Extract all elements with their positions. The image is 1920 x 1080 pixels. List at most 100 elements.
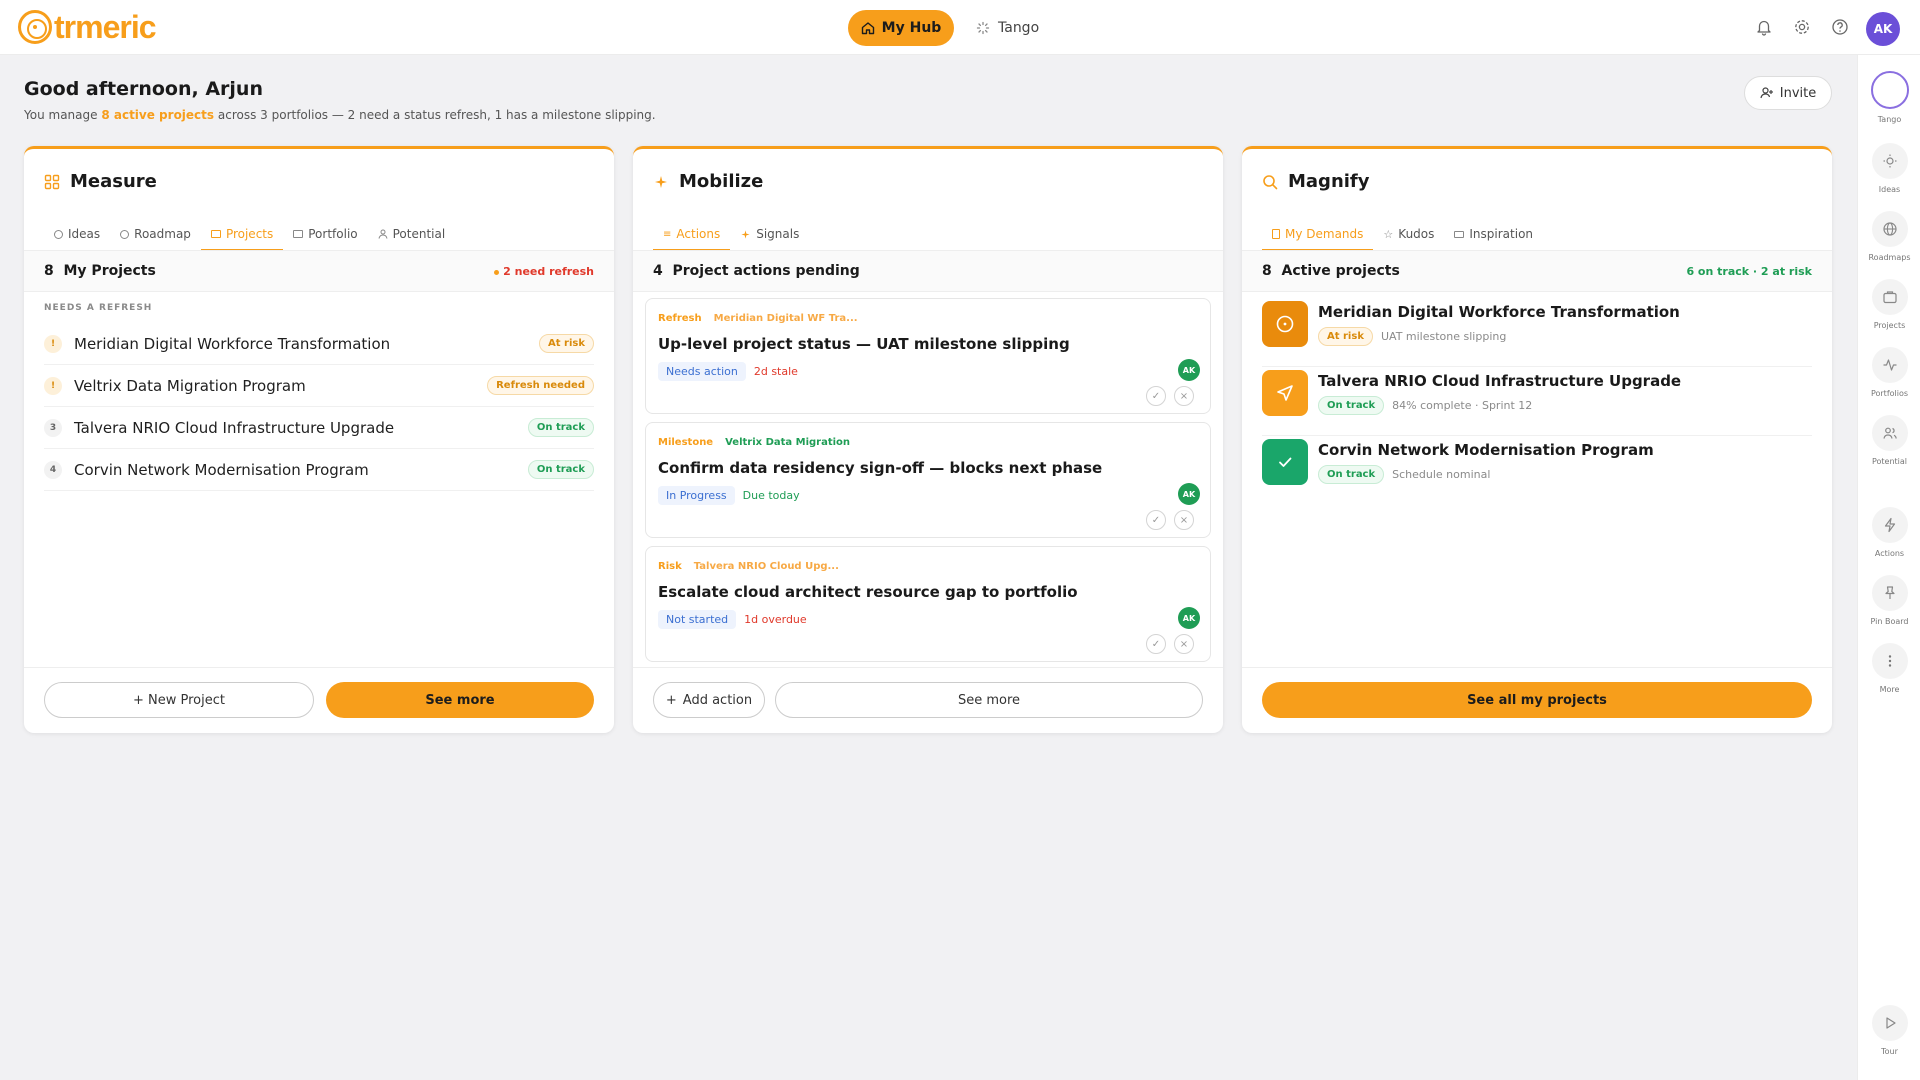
- sparkle-icon: [741, 229, 750, 239]
- tab-kudos[interactable]: ☆ Kudos: [1373, 219, 1444, 249]
- rail-label: Tour: [1881, 1047, 1898, 1056]
- measure-header: Measure: [44, 171, 157, 192]
- add-action-label: Add action: [682, 692, 753, 708]
- check-icon[interactable]: ✓: [1146, 510, 1166, 530]
- see-all-projects-button[interactable]: See all my projects: [1262, 682, 1812, 718]
- tab-actions[interactable]: ≡ Actions: [653, 219, 731, 251]
- project-meta: On track Schedule nominal: [1318, 465, 1490, 484]
- rail-item-tango[interactable]: Tango: [1858, 71, 1920, 124]
- rail-item-projects[interactable]: Projects: [1858, 279, 1920, 330]
- brand-logo[interactable]: trmeric: [18, 9, 156, 45]
- project-name: Talvera NRIO Cloud Infrastructure Upgrad…: [74, 418, 395, 437]
- action-card[interactable]: Risk Talvera NRIO Cloud Upg... Escalate c…: [645, 546, 1211, 662]
- action-tags: Milestone Veltrix Data Migration: [658, 437, 850, 448]
- invite-button[interactable]: Invite: [1744, 76, 1832, 110]
- tab-label: Ideas: [68, 227, 101, 241]
- tab-ideas[interactable]: Ideas: [44, 219, 110, 249]
- project-name: Meridian Digital Workforce Transformatio…: [1318, 303, 1680, 321]
- status-badge: Refresh needed: [487, 376, 594, 395]
- bulb-icon: [1871, 143, 1908, 179]
- help-icon[interactable]: [1828, 15, 1852, 39]
- greeting-pre: You manage: [24, 108, 102, 122]
- home-icon: [861, 22, 874, 35]
- action-type-tag: Risk: [658, 561, 682, 572]
- tab-signals[interactable]: Signals: [730, 219, 809, 249]
- user-avatar[interactable]: AK: [1866, 12, 1900, 46]
- warning-icon: !: [44, 334, 62, 353]
- see-more-button[interactable]: See more: [775, 682, 1203, 718]
- tab-inspiration[interactable]: Inspiration: [1444, 219, 1543, 249]
- project-row[interactable]: 3 Talvera NRIO Cloud Infrastructure Upgr…: [44, 407, 594, 449]
- tab-portfolio[interactable]: Portfolio: [283, 219, 367, 249]
- project-row[interactable]: 4 Corvin Network Modernisation Program O…: [44, 449, 594, 491]
- bell-icon[interactable]: [1752, 15, 1776, 39]
- rail-item-roadmaps[interactable]: Roadmaps: [1858, 211, 1920, 262]
- my-hub-button[interactable]: My Hub: [848, 10, 954, 46]
- pulse-icon: [1871, 347, 1908, 383]
- invite-label: Invite: [1779, 85, 1817, 101]
- refresh-count: 2 need refresh: [503, 265, 594, 278]
- project-card[interactable]: Meridian Digital Workforce Transformatio…: [1262, 299, 1812, 367]
- greeting-post: across 3 portfolios — 2 need a status re…: [214, 108, 656, 122]
- tab-projects[interactable]: Projects: [200, 219, 284, 251]
- assignee-avatar[interactable]: AK: [1178, 359, 1200, 381]
- action-card[interactable]: Milestone Veltrix Data Migration Confirm …: [645, 422, 1211, 538]
- close-icon[interactable]: ×: [1174, 510, 1194, 530]
- rail-item-ideas[interactable]: Ideas: [1858, 143, 1920, 194]
- tab-label: Kudos: [1398, 227, 1435, 241]
- tab-label: Roadmap: [134, 227, 191, 241]
- tab-roadmap[interactable]: Roadmap: [110, 219, 201, 249]
- list-icon: ≡: [663, 228, 672, 240]
- dot-icon: [494, 269, 500, 275]
- magnify-tabs: My Demands ☆ Kudos Inspiration: [1262, 219, 1543, 251]
- magnify-footer: See all my projects: [1242, 667, 1832, 733]
- rail-label: Pin Board: [1870, 617, 1909, 626]
- greeting-highlight[interactable]: 8 active projects: [101, 108, 214, 122]
- rail-item-potential[interactable]: Potential: [1858, 415, 1920, 466]
- tango-orb-icon: [1870, 71, 1909, 109]
- tango-link[interactable]: Tango: [976, 10, 1039, 46]
- action-tags: Risk Talvera NRIO Cloud Upg...: [658, 561, 839, 572]
- close-icon[interactable]: ×: [1174, 634, 1194, 654]
- tab-potential[interactable]: Potential: [368, 219, 456, 249]
- briefcase-icon: [1871, 279, 1908, 315]
- project-row[interactable]: ! Meridian Digital Workforce Transformat…: [44, 323, 594, 365]
- check-icon[interactable]: ✓: [1146, 634, 1166, 654]
- rail-label: Projects: [1873, 321, 1906, 330]
- add-action-button[interactable]: + Add action: [653, 682, 765, 718]
- assignee-avatar[interactable]: AK: [1178, 607, 1200, 629]
- action-status: Not started: [658, 610, 737, 629]
- action-meta: Not started 1d overdue: [658, 610, 807, 629]
- rail-item-pin-board[interactable]: Pin Board: [1858, 575, 1920, 626]
- greeting-subtitle: You manage 8 active projects across 3 po…: [24, 108, 656, 122]
- rail-item-portfolios[interactable]: Portfolios: [1858, 347, 1920, 398]
- action-card[interactable]: Refresh Meridian Digital WF Tra... Up-lev…: [645, 298, 1211, 414]
- magnify-bar-title: 8 Active projects: [1262, 263, 1400, 279]
- warning-icon: !: [44, 376, 62, 395]
- assignee-avatar[interactable]: AK: [1178, 483, 1200, 505]
- project-row[interactable]: ! Veltrix Data Migration Program Refresh…: [44, 365, 594, 407]
- project-card[interactable]: Corvin Network Modernisation Program On …: [1262, 437, 1812, 505]
- sparkle-icon: [655, 175, 667, 188]
- measure-summary-bar: 8 My Projects 2 need refresh: [24, 250, 614, 292]
- project-name: Veltrix Data Migration Program: [74, 376, 306, 395]
- project-note: 84% complete · Sprint 12: [1392, 399, 1533, 412]
- close-icon[interactable]: ×: [1174, 386, 1194, 406]
- rail-item-actions[interactable]: Actions: [1858, 507, 1920, 558]
- tab-label: Actions: [676, 227, 721, 241]
- rail-item-tour[interactable]: Tour: [1858, 1005, 1920, 1056]
- row-number: 3: [44, 418, 62, 437]
- tab-my-demands[interactable]: My Demands: [1262, 219, 1374, 251]
- action-meta: In Progress Due today: [658, 486, 800, 505]
- see-more-button[interactable]: See more: [326, 682, 594, 718]
- new-project-button[interactable]: + New Project: [44, 682, 314, 718]
- project-card[interactable]: Talvera NRIO Cloud Infrastructure Upgrad…: [1262, 368, 1812, 436]
- gear-icon[interactable]: [1790, 15, 1814, 39]
- rail-item-more[interactable]: More: [1858, 643, 1920, 694]
- add-user-icon: [1760, 87, 1773, 99]
- section-label: NEEDS A REFRESH: [44, 303, 153, 313]
- status-badge: On track: [1318, 465, 1385, 484]
- spinner-icon: [976, 21, 990, 35]
- check-icon[interactable]: ✓: [1146, 386, 1166, 406]
- document-icon: [1272, 229, 1280, 239]
